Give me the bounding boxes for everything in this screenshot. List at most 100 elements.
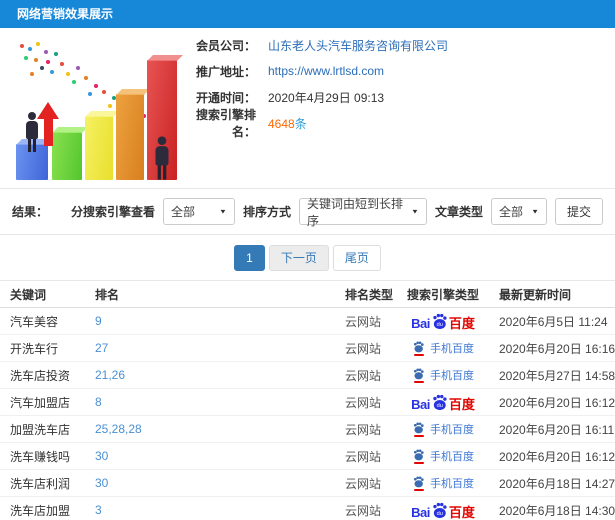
next-page-button[interactable]: 下一页 xyxy=(268,244,329,271)
table-row: 开洗车行 27 云网站 手机百度 2020年6月20日 16:16 xyxy=(0,335,615,362)
rank-type-cell: 云网站 xyxy=(345,368,382,383)
rank-link[interactable]: 27 xyxy=(95,341,108,355)
sort-select[interactable]: 关键词由短到长排序 ▼ xyxy=(298,197,427,228)
rank-count: 4648 xyxy=(268,116,295,131)
businessman-figure-right xyxy=(155,136,169,180)
promo-url-label: 推广地址： xyxy=(195,64,256,79)
results-table: 关键词 排名 排名类型 搜索引擎类型 最新更新时间 汽车美容 9 云网站 Bai… xyxy=(0,280,615,520)
mobile-baidu-paw-icon xyxy=(412,367,425,383)
open-time-value: 2020年4月29日 09:13 xyxy=(268,90,385,105)
member-company-row: 会员公司： 山东老人头汽车服务咨询有限公司 xyxy=(176,32,448,58)
rank-type-cell: 云网站 xyxy=(345,395,382,410)
pagination: 1 下一页 尾页 xyxy=(0,235,615,280)
page-title: 网络营销效果展示 xyxy=(17,7,114,21)
last-page-button[interactable]: 尾页 xyxy=(332,244,381,271)
rank-link[interactable]: 9 xyxy=(95,314,102,328)
page-title-bar: 网络营销效果展示 xyxy=(0,0,615,28)
mobile-baidu-logo: 手机百度 xyxy=(412,421,474,437)
rank-unit: 条 xyxy=(294,116,307,131)
mobile-baidu-paw-icon xyxy=(412,340,425,356)
sort-selected: 关键词由短到长排序 xyxy=(306,196,403,228)
member-company-link[interactable]: 山东老人头汽车服务咨询有限公司 xyxy=(268,37,448,54)
engine-view-selected: 全部 xyxy=(170,205,195,219)
mobile-baidu-paw-icon xyxy=(412,448,425,464)
baidu-paw-icon: du xyxy=(433,502,447,518)
update-time-cell: 2020年6月5日 11:24 xyxy=(499,314,608,329)
keyword-cell: 洗车店加盟 xyxy=(10,503,71,518)
rank-type-cell: 云网站 xyxy=(345,503,382,518)
engine-rank-label: 搜索引擎排名： xyxy=(195,108,256,139)
table-row: 汽车加盟店 8 云网站 Bai du 百度 2020年6月20日 16:12 xyxy=(0,389,615,416)
col-header-engine: 搜索引擎类型 xyxy=(407,287,480,302)
filter-controls: 分搜索引擎查看 全部 ▼ 排序方式 关键词由短到长排序 ▼ 文章类型 全部 ▼ … xyxy=(70,197,603,228)
rank-link[interactable]: 21,26 xyxy=(95,368,125,382)
table-header-row: 关键词 排名 排名类型 搜索引擎类型 最新更新时间 xyxy=(0,281,615,308)
mobile-baidu-logo: 手机百度 xyxy=(412,475,474,491)
sort-label: 排序方式 xyxy=(242,205,291,219)
submit-button[interactable]: 提交 xyxy=(554,198,603,225)
update-time-cell: 2020年6月20日 16:11 xyxy=(499,422,615,437)
svg-text:du: du xyxy=(436,403,442,409)
promo-url-row: 推广地址： https://www.lrtlsd.com xyxy=(176,58,448,84)
keyword-cell: 汽车加盟店 xyxy=(10,395,71,410)
keyword-cell: 洗车店投资 xyxy=(10,368,71,383)
businessman-figure-left xyxy=(26,112,38,152)
company-info-section: 会员公司： 山东老人头汽车服务咨询有限公司 推广地址： https://www.… xyxy=(0,28,615,188)
baidu-logo: Bai du 百度 xyxy=(411,394,475,411)
up-arrow-icon xyxy=(37,102,59,119)
svg-text:du: du xyxy=(436,322,442,328)
table-row: 洗车赚钱吗 30 云网站 手机百度 2020年6月20日 16:12 xyxy=(0,443,615,470)
rank-link[interactable]: 30 xyxy=(95,449,108,463)
mobile-baidu-logo: 手机百度 xyxy=(412,448,474,464)
update-time-cell: 2020年6月20日 16:16 xyxy=(499,341,615,356)
rank-link[interactable]: 3 xyxy=(95,503,102,517)
page-1-button[interactable]: 1 xyxy=(234,244,265,271)
bar-yellow xyxy=(85,111,119,180)
article-type-select[interactable]: 全部 ▼ xyxy=(490,198,547,225)
keyword-cell: 开洗车行 xyxy=(10,341,59,356)
baidu-paw-icon: du xyxy=(433,313,447,329)
up-arrow-stem xyxy=(44,118,53,146)
col-header-keyword: 关键词 xyxy=(10,287,47,302)
rank-type-cell: 云网站 xyxy=(345,422,382,437)
table-row: 加盟洗车店 25,28,28 云网站 手机百度 2020年6月20日 16:11 xyxy=(0,416,615,443)
keyword-cell: 汽车美容 xyxy=(10,314,59,329)
mobile-baidu-logo: 手机百度 xyxy=(412,340,474,356)
table-row: 洗车店利润 30 云网站 手机百度 2020年6月18日 14:27 xyxy=(0,470,615,497)
col-header-time: 最新更新时间 xyxy=(499,287,572,302)
filter-bar: 结果： 分搜索引擎查看 全部 ▼ 排序方式 关键词由短到长排序 ▼ 文章类型 全… xyxy=(0,188,615,235)
rank-link[interactable]: 8 xyxy=(95,395,102,409)
rank-link[interactable]: 30 xyxy=(95,476,108,490)
update-time-cell: 2020年6月18日 14:30 xyxy=(499,503,615,518)
bar-orange xyxy=(116,89,150,180)
promo-url-link[interactable]: https://www.lrtlsd.com xyxy=(268,64,384,78)
update-time-cell: 2020年6月20日 16:12 xyxy=(499,449,615,464)
article-type-selected: 全部 xyxy=(498,205,523,219)
engine-rank-row: 搜索引擎排名： 4648条 xyxy=(176,108,448,139)
company-info-list: 会员公司： 山东老人头汽车服务咨询有限公司 推广地址： https://www.… xyxy=(176,32,448,140)
update-time-cell: 2020年5月27日 14:58 xyxy=(499,368,615,383)
chart-illustration xyxy=(6,34,183,184)
keyword-cell: 加盟洗车店 xyxy=(10,422,71,437)
update-time-cell: 2020年6月20日 16:12 xyxy=(499,395,615,410)
baidu-paw-icon: du xyxy=(433,394,447,410)
table-row: 洗车店加盟 3 云网站 Bai du 百度 2020年6月18日 14:30 xyxy=(0,497,615,520)
result-label: 结果： xyxy=(12,205,49,219)
page: 网络营销效果展示 会员公司： 山东老人头汽车服务咨询有限公司 推广地址： htt… xyxy=(0,0,615,520)
keyword-cell: 洗车店利润 xyxy=(10,476,71,491)
engine-view-select[interactable]: 全部 ▼ xyxy=(162,198,235,225)
caret-down-icon: ▼ xyxy=(531,207,539,216)
engine-rank-value: 4648条 xyxy=(268,115,307,132)
rank-link[interactable]: 25,28,28 xyxy=(95,422,142,436)
article-type-label: 文章类型 xyxy=(434,205,483,219)
baidu-logo: Bai du 百度 xyxy=(411,502,475,519)
rank-type-cell: 云网站 xyxy=(345,449,382,464)
engine-view-label: 分搜索引擎查看 xyxy=(70,205,155,219)
member-company-label: 会员公司： xyxy=(195,38,256,53)
caret-down-icon: ▼ xyxy=(411,207,419,216)
table-row: 汽车美容 9 云网站 Bai du 百度 2020年6月5日 11:24 xyxy=(0,308,615,335)
mobile-baidu-paw-icon xyxy=(412,421,425,437)
open-time-label: 开通时间： xyxy=(195,90,256,105)
col-header-rank-type: 排名类型 xyxy=(345,287,394,302)
mobile-baidu-logo: 手机百度 xyxy=(412,367,474,383)
